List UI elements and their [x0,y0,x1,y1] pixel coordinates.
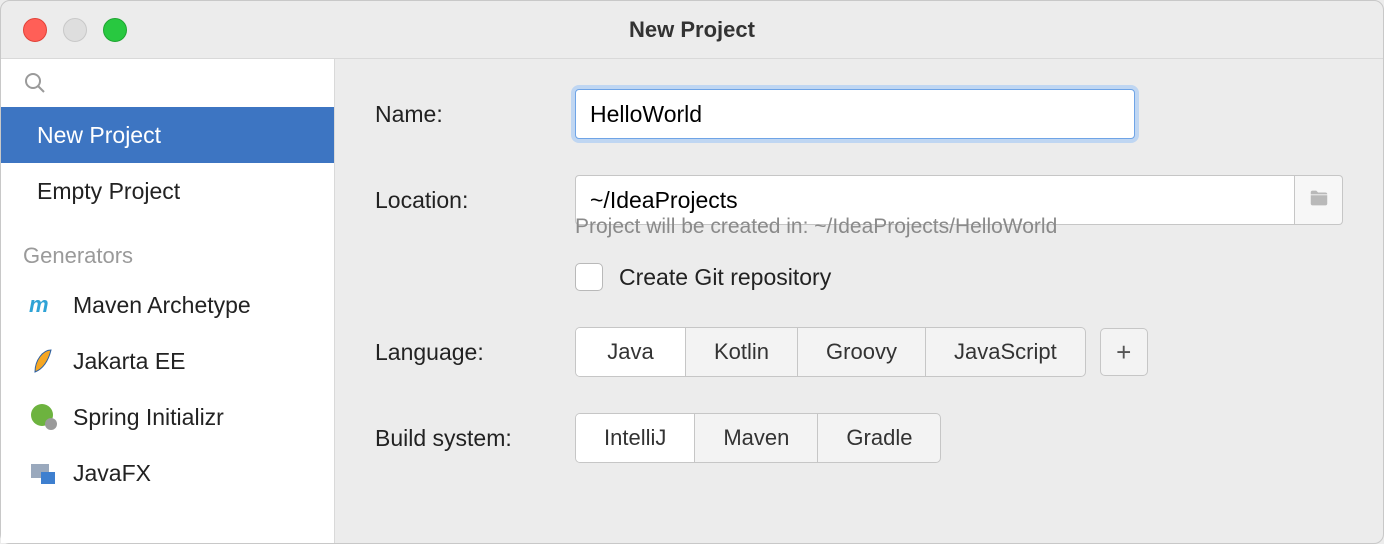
language-segmented: Java Kotlin Groovy JavaScript [575,327,1086,377]
svg-text:m: m [29,292,49,317]
create-git-label: Create Git repository [619,264,831,291]
build-system-label: Build system: [375,425,575,452]
close-window-button[interactable] [23,18,47,42]
build-option-gradle[interactable]: Gradle [818,414,940,462]
sidebar-item-jakarta-ee[interactable]: Jakarta EE [1,333,334,389]
javafx-icon [29,458,59,488]
sidebar-item-new-project[interactable]: New Project [1,107,334,163]
sidebar-item-maven-archetype[interactable]: m Maven Archetype [1,277,334,333]
jakarta-icon [29,346,59,376]
sidebar-item-label: Maven Archetype [73,292,251,319]
sidebar-item-label: New Project [37,122,161,149]
sidebar-item-label: Jakarta EE [73,348,186,375]
minimize-window-button[interactable] [63,18,87,42]
spring-icon [29,402,59,432]
create-git-checkbox[interactable] [575,263,603,291]
titlebar: New Project [1,1,1383,59]
sidebar-item-label: Spring Initializr [73,404,224,431]
plus-icon: + [1116,337,1131,368]
language-option-groovy[interactable]: Groovy [798,328,926,376]
location-label: Location: [375,187,575,214]
maximize-window-button[interactable] [103,18,127,42]
build-option-maven[interactable]: Maven [695,414,818,462]
sidebar-item-empty-project[interactable]: Empty Project [1,163,334,219]
language-option-javascript[interactable]: JavaScript [926,328,1085,376]
sidebar-item-label: Empty Project [37,178,180,205]
add-language-button[interactable]: + [1100,328,1148,376]
search-icon[interactable] [23,71,47,100]
build-system-segmented: IntelliJ Maven Gradle [575,413,941,463]
window-title: New Project [629,17,755,43]
sidebar-item-javafx[interactable]: JavaFX [1,445,334,501]
window-controls [23,18,127,42]
sidebar: New Project Empty Project Generators m M… [1,59,335,543]
folder-icon [1308,187,1330,214]
sidebar-generators-heading: Generators [1,219,334,277]
main-panel: Name: Location: Project will be created … [335,59,1383,543]
sidebar-item-label: JavaFX [73,460,151,487]
name-input[interactable] [575,89,1135,139]
build-option-intellij[interactable]: IntelliJ [576,414,695,462]
name-label: Name: [375,101,575,128]
language-option-kotlin[interactable]: Kotlin [686,328,798,376]
sidebar-item-spring-initializr[interactable]: Spring Initializr [1,389,334,445]
browse-location-button[interactable] [1295,175,1343,225]
language-label: Language: [375,339,575,366]
maven-icon: m [29,290,59,320]
language-option-java[interactable]: Java [576,328,686,376]
